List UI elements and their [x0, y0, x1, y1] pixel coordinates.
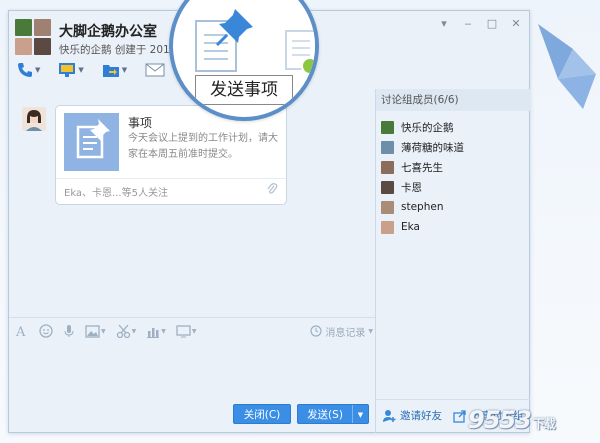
phone-icon: [18, 63, 32, 77]
chevron-down-icon[interactable]: ▼: [192, 328, 197, 335]
image-icon: [85, 324, 100, 338]
chart-icon: [147, 327, 160, 338]
avatar: [34, 38, 51, 55]
member-item[interactable]: 快乐的企鹅: [381, 117, 529, 137]
avatar: [34, 19, 51, 36]
minimize-icon[interactable]: ‒: [461, 17, 475, 31]
attachment-icon: [267, 183, 278, 194]
emoji-button[interactable]: [39, 324, 53, 338]
member-name: Eka: [401, 221, 420, 233]
voice-icon: [64, 325, 74, 337]
group-title: 大脚企鹅办公室: [59, 24, 157, 40]
avatar: [15, 19, 32, 36]
folder-send-icon: [102, 65, 119, 77]
send-file-button[interactable]: ▼: [102, 62, 127, 78]
member-item[interactable]: stephen: [381, 197, 529, 217]
font-icon: A: [15, 325, 26, 338]
member-item[interactable]: 卡恩: [381, 177, 529, 197]
window-controls: ▾ ‒ □ ✕: [437, 17, 523, 31]
message-history-button[interactable]: 消息记录 ▼: [310, 324, 373, 339]
divider: [56, 178, 286, 179]
close-button[interactable]: 关闭(C): [233, 404, 291, 424]
divider: [376, 399, 530, 400]
member-name: 快乐的企鹅: [401, 121, 454, 134]
chevron-down-icon[interactable]: ▼: [161, 328, 166, 335]
divider: [9, 317, 375, 318]
avatar: [15, 38, 32, 55]
screen-icon: [176, 324, 191, 337]
chart-button[interactable]: ▼: [146, 325, 166, 338]
avatar: [381, 220, 394, 234]
clock-icon: [310, 325, 322, 337]
avatar: [381, 160, 394, 174]
avatar: [22, 107, 46, 131]
screen-share-button[interactable]: ▼: [58, 62, 84, 78]
font-button[interactable]: A: [15, 324, 29, 338]
member-item[interactable]: Eka: [381, 217, 529, 237]
screenshot-button[interactable]: ▼: [116, 324, 137, 338]
message-history-label: 消息记录: [325, 327, 366, 339]
add-user-icon: [383, 409, 396, 422]
mail-icon: [145, 63, 165, 77]
group-avatar: [15, 19, 51, 55]
task-followers: Eka、卡恩...等5人关注: [64, 188, 168, 199]
send-button-label: 发送(S): [307, 409, 343, 421]
avatar: [381, 180, 394, 194]
voice-button[interactable]: [63, 324, 75, 338]
chevron-down-icon[interactable]: ▼: [132, 328, 137, 335]
chevron-down-icon[interactable]: ▼: [122, 66, 127, 74]
member-name: 七喜先生: [401, 161, 443, 174]
pushpin-icon: [215, 9, 253, 47]
avatar: [381, 120, 394, 134]
invite-friends-button[interactable]: 邀请好友: [382, 408, 442, 423]
close-icon[interactable]: ✕: [509, 17, 523, 31]
chevron-down-icon[interactable]: ▼: [368, 328, 373, 335]
member-item[interactable]: 七喜先生: [381, 157, 529, 177]
invite-friends-label: 邀请好友: [400, 410, 442, 422]
task-title: 事项: [128, 116, 153, 130]
screen-button[interactable]: ▼: [176, 324, 197, 338]
svg-text:A: A: [15, 325, 26, 338]
screen-share-icon: [59, 63, 76, 77]
chevron-down-icon[interactable]: ▾: [437, 17, 451, 31]
divider: [375, 89, 376, 433]
chevron-down-icon[interactable]: ▼: [101, 328, 106, 335]
member-name: 薄荷糖的味道: [401, 141, 464, 154]
send-button[interactable]: 发送(S) ▼: [297, 404, 369, 424]
member-list: 快乐的企鹅 薄荷糖的味道 七喜先生 卡恩 stephen Eka: [381, 117, 529, 237]
member-name: 卡恩: [401, 181, 422, 194]
task-icon: [64, 113, 119, 171]
mail-button[interactable]: [145, 63, 165, 77]
call-button[interactable]: ▼: [17, 62, 40, 78]
scissors-icon: [116, 324, 130, 338]
emoji-icon: [39, 324, 53, 338]
image-button[interactable]: ▼: [85, 324, 106, 338]
chevron-down-icon[interactable]: ▼: [78, 66, 83, 74]
member-item[interactable]: 薄荷糖的味道: [381, 137, 529, 157]
chevron-down-icon[interactable]: ▼: [352, 405, 368, 423]
chevron-down-icon[interactable]: ▼: [35, 66, 40, 74]
chat-window: 大脚企鹅办公室 快乐的企鹅 创建于 201 ▾ ‒ □ ✕ ▼ ▼ ▼ 发送事项…: [8, 0, 530, 433]
input-toolbar: A ▼ ▼ ▼ ▼ 消息记录 ▼: [15, 322, 373, 340]
group-subtitle: 快乐的企鹅 创建于 201: [59, 44, 170, 56]
message-area: 事项 今天会议上提到的工作计划，请大家在本周五前准时提交。 Eka、卡恩...等…: [9, 89, 375, 319]
top-toolbar: ▼ ▼ ▼: [17, 62, 165, 78]
decorative-fold-shape: [538, 24, 596, 109]
maximize-icon[interactable]: □: [485, 17, 499, 31]
avatar: [381, 200, 394, 214]
member-name: stephen: [401, 201, 444, 213]
task-description: 今天会议上提到的工作计划，请大家在本周五前准时提交。: [128, 133, 278, 160]
share-icon: [453, 409, 466, 423]
avatar: [381, 140, 394, 154]
watermark: 9553 下载: [468, 406, 556, 434]
members-header: 讨论组成员(6/6): [376, 89, 530, 111]
send-task-button[interactable]: 发送事项: [195, 75, 293, 105]
